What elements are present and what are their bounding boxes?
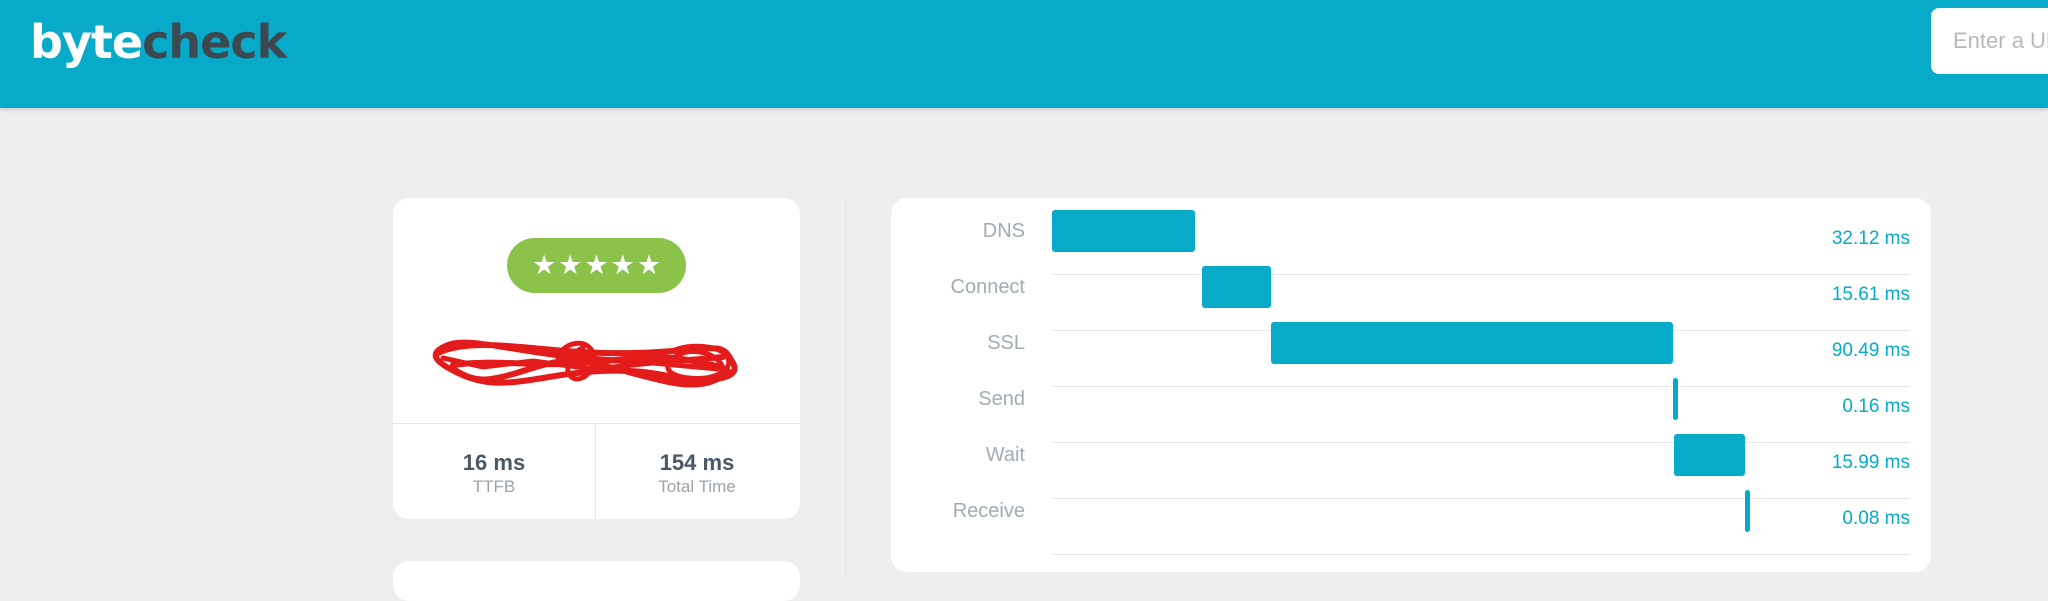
star-icon: ★	[531, 250, 557, 281]
timing-row-send: Send 0.16 ms	[891, 366, 1931, 443]
timing-value: 15.99 ms	[1831, 452, 1910, 473]
star-rating: ★ ★ ★ ★ ★	[532, 252, 661, 279]
redacted-url-scribble	[432, 339, 738, 388]
bytecheck-logo[interactable]: bytecheck	[30, 14, 287, 70]
timing-label: DNS	[982, 220, 1025, 242]
timing-value: 15.61 ms	[1831, 284, 1910, 305]
timing-value: 0.08 ms	[1842, 508, 1910, 529]
timing-label: SSL	[987, 332, 1025, 354]
timing-row-receive: Receive 0.08 ms	[891, 478, 1931, 555]
divider	[393, 423, 800, 424]
timing-label: Receive	[952, 500, 1025, 522]
star-icon: ★	[610, 250, 635, 281]
ttfb-value: 16 ms	[462, 450, 526, 475]
timing-value: 90.49 ms	[1831, 340, 1910, 361]
timing-label: Send	[978, 388, 1025, 410]
total-time-value: 154 ms	[659, 450, 735, 475]
rating-badge: ★ ★ ★ ★ ★	[507, 238, 686, 293]
timing-label: Connect	[950, 276, 1026, 298]
timing-row-ssl: SSL 90.49 ms	[891, 310, 1931, 387]
ttfb-label: TTFB	[472, 477, 516, 496]
star-icon: ★	[584, 250, 609, 281]
column-separator	[845, 198, 846, 578]
secondary-card	[393, 561, 800, 601]
row-divider	[1052, 554, 1910, 555]
timing-row-wait: Wait 15.99 ms	[891, 422, 1931, 499]
top-bar: bytecheck	[0, 0, 2048, 108]
star-icon: ★	[558, 250, 583, 281]
timing-bar-ssl	[1271, 322, 1673, 364]
timing-bar-connect	[1201, 266, 1272, 308]
ttfb-metric: 16 ms TTFB	[393, 450, 595, 498]
timing-value: 0.16 ms	[1842, 396, 1910, 417]
timing-row-dns: DNS 32.12 ms	[891, 198, 1931, 275]
timing-label: Wait	[985, 444, 1025, 466]
star-icon: ★	[636, 250, 662, 281]
timing-bar-send	[1672, 378, 1678, 420]
total-time-metric: 154 ms Total Time	[596, 450, 798, 498]
url-input[interactable]	[1931, 8, 2048, 74]
summary-card: ★ ★ ★ ★ ★ 16 ms TTFB 154 ms Total Time	[393, 198, 800, 519]
logo-byte: byte	[30, 15, 143, 69]
logo-check: check	[142, 15, 287, 69]
timing-waterfall-card: DNS 32.12 ms Connect 15.61 ms SSL 90.49 ms Sen…	[891, 198, 1931, 572]
total-time-label: Total Time	[658, 477, 736, 496]
timing-value: 32.12 ms	[1831, 228, 1910, 249]
timing-bar-receive	[1744, 490, 1750, 532]
timing-bar-dns	[1052, 210, 1195, 252]
timing-row-connect: Connect 15.61 ms	[891, 254, 1931, 331]
timing-bar-wait	[1673, 434, 1745, 476]
